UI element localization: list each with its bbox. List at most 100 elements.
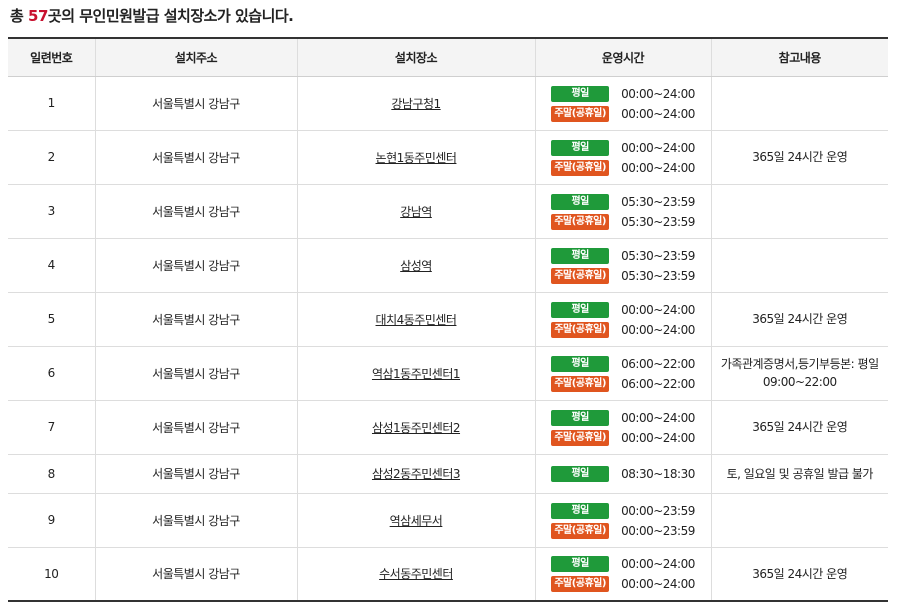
place-cell: 삼성2동주민센터3 [296, 454, 535, 494]
weekend-hours: 주말(공휴일) 00:00~23:59 [551, 520, 695, 540]
hours-block: 평일 05:30~23:59 주말(공휴일) 05:30~23:59 [551, 191, 695, 231]
place-link[interactable]: 역삼세무서 [390, 514, 443, 528]
place-cell: 강남구청1 [296, 76, 535, 131]
note-text: 365일 24시간 운영 [752, 150, 848, 164]
weekend-time: 00:00~24:00 [621, 160, 695, 175]
serial-no-cell: 8 [8, 454, 95, 494]
address-cell: 서울특별시 강남구 [94, 238, 297, 293]
serial-no-cell: 3 [8, 184, 95, 239]
note-text: 365일 24시간 운영 [752, 420, 848, 434]
header-place: 설치장소 [296, 37, 535, 77]
weekday-badge: 평일 [551, 466, 610, 482]
weekday-time: 05:30~23:59 [621, 194, 695, 209]
hours-block: 평일 05:30~23:59 주말(공휴일) 05:30~23:59 [551, 245, 695, 285]
weekend-badge: 주말(공휴일) [551, 213, 610, 230]
weekend-hours: 주말(공휴일) 00:00~24:00 [551, 427, 695, 447]
address-cell: 서울특별시 강남구 [94, 454, 297, 494]
table-row: 9 서울특별시 강남구 역삼세무서 평일 00:00~23:59 주말(공휴일) 00:00… [8, 493, 888, 548]
table-row: 10 서울특별시 강남구 수서동주민센터 평일 00:00~24:00 주말(공휴일) 00… [8, 547, 888, 602]
place-cell: 삼성1동주민센터2 [296, 400, 535, 455]
table-row: 6 서울특별시 강남구 역삼1동주민센터1 평일 06:00~22:00 주말(공휴일) 0… [8, 346, 888, 401]
place-link[interactable]: 대치4동주민센터 [376, 313, 457, 327]
weekend-time: 00:00~24:00 [621, 430, 695, 445]
weekday-hours: 평일 05:30~23:59 [551, 191, 695, 211]
table-row: 8 서울특별시 강남구 삼성2동주민센터3 평일 08:30~18:30 토, 일요일 및… [8, 454, 888, 494]
place-link[interactable]: 역삼1동주민센터1 [372, 367, 461, 381]
place-link[interactable]: 강남구청1 [391, 97, 441, 111]
weekday-hours: 평일 00:00~24:00 [551, 554, 695, 574]
kiosk-location-table: 일련번호 설치주소 설치장소 운영시간 참고내용 1 서울특별시 강남구 강남구청1… [8, 37, 888, 602]
weekend-hours: 주말(공휴일) 00:00~24:00 [551, 574, 695, 594]
weekday-time: 00:00~24:00 [621, 557, 695, 572]
place-link[interactable]: 수서동주민센터 [379, 567, 453, 581]
weekend-time: 00:00~23:59 [621, 523, 695, 538]
hours-cell: 평일 05:30~23:59 주말(공휴일) 05:30~23:59 [534, 238, 711, 293]
header-address: 설치주소 [94, 37, 297, 77]
weekend-hours: 주말(공휴일) 00:00~24:00 [551, 103, 695, 123]
weekend-hours: 주말(공휴일) 06:00~22:00 [551, 373, 695, 393]
place-cell: 역삼세무서 [296, 493, 535, 548]
hours-block: 평일 00:00~24:00 주말(공휴일) 00:00~24:00 [551, 554, 695, 594]
weekday-hours: 평일 08:30~18:30 [551, 464, 695, 484]
place-cell: 강남역 [296, 184, 535, 239]
note-cell: 토, 일요일 및 공휴일 발급 불가 [710, 454, 888, 494]
hours-cell: 평일 00:00~24:00 주말(공휴일) 00:00~24:00 [534, 547, 711, 602]
serial-no-cell: 4 [8, 238, 95, 293]
place-link[interactable]: 강남역 [400, 205, 432, 219]
serial-no-cell: 6 [8, 346, 95, 401]
weekend-time: 05:30~23:59 [621, 214, 695, 229]
table-row: 4 서울특별시 강남구 삼성역 평일 05:30~23:59 주말(공휴일) 05:30~2… [8, 238, 888, 293]
note-cell: 365일 24시간 운영 [710, 547, 888, 602]
serial-no-cell: 5 [8, 292, 95, 347]
table-header-row: 일련번호 설치주소 설치장소 운영시간 참고내용 [8, 37, 888, 77]
weekday-hours: 평일 06:00~22:00 [551, 353, 695, 373]
weekend-time: 05:30~23:59 [621, 268, 695, 283]
hours-block: 평일 00:00~24:00 주말(공휴일) 00:00~24:00 [551, 407, 695, 447]
hours-cell: 평일 06:00~22:00 주말(공휴일) 06:00~22:00 [534, 346, 711, 401]
weekday-badge: 평일 [551, 301, 610, 318]
weekday-badge: 평일 [551, 409, 610, 426]
address-cell: 서울특별시 강남구 [94, 292, 297, 347]
place-cell: 논현1동주민센터 [296, 130, 535, 185]
weekday-time: 00:00~24:00 [621, 410, 695, 425]
summary-prefix: 총 [10, 7, 29, 25]
weekend-badge: 주말(공휴일) [551, 321, 610, 338]
hours-cell: 평일 00:00~23:59 주말(공휴일) 00:00~23:59 [534, 493, 711, 548]
note-text: 365일 24시간 운영 [752, 566, 848, 581]
weekend-badge: 주말(공휴일) [551, 429, 610, 446]
weekday-hours: 평일 00:00~23:59 [551, 500, 695, 520]
note-cell: 365일 24시간 운영 [710, 130, 888, 185]
hours-block: 평일 00:00~24:00 주말(공휴일) 00:00~24:00 [551, 299, 695, 339]
weekday-hours: 평일 00:00~24:00 [551, 407, 695, 427]
hours-cell: 평일 00:00~24:00 주말(공휴일) 00:00~24:00 [534, 400, 711, 455]
note-cell: 가족관계증명서,등기부등본: 평일 09:00~22:00 [710, 346, 888, 401]
note-cell [710, 238, 888, 293]
place-link[interactable]: 논현1동주민센터 [376, 151, 457, 165]
serial-no-cell: 7 [8, 400, 95, 455]
weekend-badge: 주말(공휴일) [551, 105, 610, 122]
note-cell [710, 76, 888, 131]
weekday-badge: 평일 [551, 85, 610, 102]
serial-no-cell: 9 [8, 493, 95, 548]
result-count: 57 [28, 7, 48, 25]
weekday-badge: 평일 [551, 556, 610, 573]
hours-cell: 평일 00:00~24:00 주말(공휴일) 00:00~24:00 [534, 76, 711, 131]
weekend-hours: 주말(공휴일) 00:00~24:00 [551, 157, 695, 177]
note-cell [710, 493, 888, 548]
place-link[interactable]: 삼성역 [400, 259, 432, 273]
header-hours: 운영시간 [534, 37, 711, 77]
place-cell: 삼성역 [296, 238, 535, 293]
weekend-hours: 주말(공휴일) 00:00~24:00 [551, 319, 695, 339]
table-row: 3 서울특별시 강남구 강남역 평일 05:30~23:59 주말(공휴일) 05:30~2… [8, 184, 888, 239]
address-cell: 서울특별시 강남구 [94, 547, 297, 602]
place-link[interactable]: 삼성2동주민센터3 [372, 467, 461, 481]
place-link[interactable]: 삼성1동주민센터2 [372, 421, 461, 435]
weekday-time: 00:00~24:00 [621, 86, 695, 101]
place-cell: 수서동주민센터 [296, 547, 535, 602]
serial-no-cell: 10 [8, 547, 95, 602]
weekday-badge: 평일 [551, 193, 610, 210]
address-cell: 서울특별시 강남구 [94, 346, 297, 401]
hours-cell: 평일 08:30~18:30 [534, 454, 711, 494]
address-cell: 서울특별시 강남구 [94, 493, 297, 548]
table-row: 1 서울특별시 강남구 강남구청1 평일 00:00~24:00 주말(공휴일) 00:00… [8, 76, 888, 131]
